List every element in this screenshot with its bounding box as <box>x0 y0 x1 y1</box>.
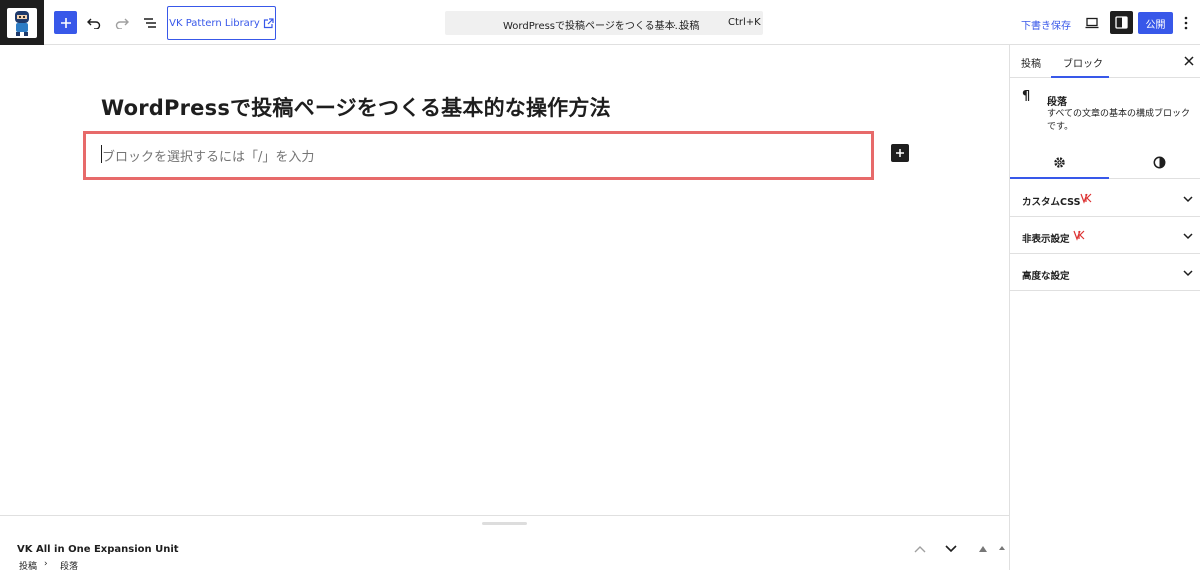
block-name: 段落 <box>1047 97 1067 108</box>
panel-hidden-settings[interactable]: 非表示設定 <box>1010 217 1200 254</box>
paragraph-placeholder: ブロックを選択するには「/」を入力 <box>102 150 315 165</box>
external-link-icon <box>263 17 274 28</box>
panel-label: カスタムCSS <box>1022 197 1081 208</box>
save-draft-button[interactable]: 下書き保存 <box>1021 17 1071 32</box>
settings-sidebar-toggle[interactable] <box>1110 11 1133 34</box>
editor-canvas: WordPressで投稿ページをつくる基本的な操作方法 ブロックを選択するには「… <box>0 45 1009 515</box>
undo-button[interactable] <box>82 11 106 35</box>
vk-badge-icon <box>1080 193 1092 204</box>
list-view-icon <box>144 18 156 28</box>
resize-handle[interactable] <box>482 522 527 525</box>
document-overview-button[interactable] <box>138 11 162 35</box>
vk-badge-icon <box>1073 230 1085 241</box>
sidebar-tabs: 投稿 ブロック <box>1010 45 1200 78</box>
panel-advanced[interactable]: 高度な設定 <box>1010 254 1200 291</box>
inline-block-inserter-button[interactable] <box>891 144 909 162</box>
breadcrumb-item-paragraph[interactable]: 段落 <box>60 559 78 570</box>
block-inspector-tabs <box>1010 145 1200 179</box>
triangle-up-icon <box>979 546 987 552</box>
chevron-down-icon <box>945 545 957 553</box>
half-circle-style-icon <box>1153 156 1165 168</box>
site-logo[interactable] <box>0 0 44 45</box>
panel-label: 非表示設定 <box>1022 234 1070 245</box>
options-menu-button[interactable] <box>1176 11 1196 35</box>
close-icon <box>1184 56 1194 66</box>
tab-block[interactable]: ブロック <box>1063 55 1103 70</box>
document-title: WordPressで投稿ページをつくる基本... <box>503 21 685 32</box>
panel-label: 高度な設定 <box>1022 271 1070 282</box>
move-down-button[interactable] <box>943 541 959 557</box>
metabox-title: VK All in One Expansion Unit <box>17 544 179 555</box>
chevron-down-icon <box>1183 233 1193 240</box>
settings-sidebar: 投稿 ブロック ¶ 段落 すべての文章の基本の構成ブロックです。 カスタムCSS… <box>1009 45 1200 570</box>
chevron-down-icon <box>1183 270 1193 277</box>
paragraph-block[interactable]: ブロックを選択するには「/」を入力 <box>83 131 874 180</box>
pattern-library-label: VK Pattern Library <box>169 17 260 29</box>
publish-button[interactable]: 公開 <box>1138 12 1173 34</box>
undo-icon <box>87 18 101 29</box>
block-inserter-button[interactable] <box>54 11 77 34</box>
breadcrumb-separator-icon: › <box>44 559 48 569</box>
panel-custom-css[interactable]: カスタムCSS <box>1010 180 1200 217</box>
desktop-icon <box>1085 17 1099 29</box>
block-card: ¶ 段落 すべての文章の基本の構成ブロックです。 <box>1010 78 1200 140</box>
toggle-panel-button[interactable] <box>975 541 991 557</box>
top-toolbar: VK Pattern Library WordPressで投稿ページをつくる基本… <box>0 0 1200 45</box>
more-vertical-icon <box>1184 16 1188 30</box>
vk-pattern-library-button[interactable]: VK Pattern Library <box>167 6 276 40</box>
gear-icon <box>1053 156 1065 168</box>
breadcrumb-item-post[interactable]: 投稿 <box>19 559 37 570</box>
block-description: すべての文章の基本の構成ブロックです。 <box>1047 109 1191 132</box>
chevron-down-icon <box>1183 196 1193 203</box>
plus-icon <box>896 149 904 157</box>
breadcrumb: 投稿 › 段落 <box>0 558 1009 570</box>
post-type-label: · 投稿 <box>673 21 700 32</box>
paragraph-icon: ¶ <box>1022 89 1031 104</box>
ninja-logo-icon <box>7 7 37 38</box>
redo-icon <box>115 18 129 29</box>
active-tab-indicator <box>1010 177 1109 179</box>
editor-window: VK Pattern Library WordPressで投稿ページをつくる基本… <box>0 0 1200 570</box>
tab-styles[interactable] <box>1151 154 1167 170</box>
shortcut-hint: Ctrl+K <box>728 17 761 28</box>
plus-icon <box>60 17 71 28</box>
chevron-up-icon <box>914 546 926 553</box>
tab-post[interactable]: 投稿 <box>1021 55 1041 70</box>
redo-button[interactable] <box>110 11 134 35</box>
tab-settings[interactable] <box>1051 154 1067 170</box>
move-up-button[interactable] <box>912 541 928 557</box>
sidebar-icon <box>1115 16 1128 29</box>
post-title[interactable]: WordPressで投稿ページをつくる基本的な操作方法 <box>101 92 611 122</box>
close-sidebar-button[interactable] <box>1182 54 1196 68</box>
preview-button[interactable] <box>1080 11 1104 35</box>
command-palette-bar[interactable]: WordPressで投稿ページをつくる基本... · 投稿 Ctrl+K <box>445 11 763 35</box>
